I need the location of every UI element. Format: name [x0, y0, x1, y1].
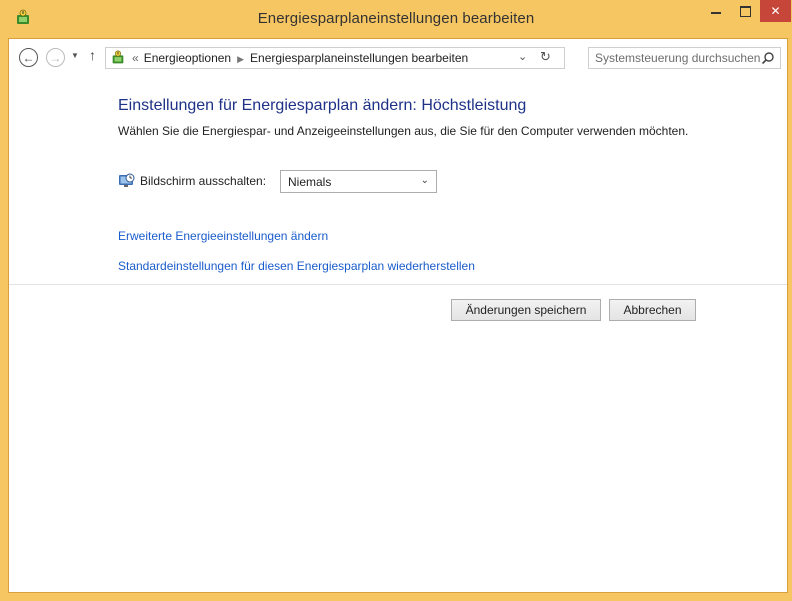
address-bar[interactable]: « Energieoptionen ▶ Energiesparplaneinstell…	[105, 47, 565, 69]
search-placeholder: Systemsteuerung durchsuchen	[595, 51, 761, 65]
breadcrumb-item-current[interactable]: Energiesparplaneinstellungen bearbeiten	[250, 51, 468, 65]
breadcrumb-overflow[interactable]: «	[132, 51, 139, 65]
restore-defaults-link[interactable]: Standardeinstellungen für diesen Energie…	[118, 259, 475, 273]
close-icon: ✕	[770, 4, 781, 18]
breadcrumb: « Energieoptionen ▶ Energiesparplaneinstell…	[132, 51, 468, 65]
chevron-down-icon: ▼	[71, 51, 79, 60]
title-bar: Energiesparplaneinstellungen bearbeiten …	[0, 0, 792, 38]
display-off-label: Bildschirm ausschalten:	[140, 174, 267, 188]
monitor-clock-icon	[119, 173, 135, 187]
search-icon[interactable]	[761, 51, 775, 65]
chevron-down-icon: ⌄	[518, 51, 528, 63]
recent-locations-dropdown[interactable]: ▼	[71, 51, 79, 60]
back-arrow-icon: ←	[22, 50, 35, 65]
search-input[interactable]: Systemsteuerung durchsuchen	[588, 47, 781, 69]
display-off-setting: Bildschirm ausschalten: Niemals ⌄	[118, 170, 448, 194]
back-button[interactable]: ←	[19, 48, 38, 67]
chevron-down-icon: ⌄	[420, 175, 429, 186]
display-off-select[interactable]: Niemals ⌄	[280, 170, 437, 193]
content-area: ← → ▼ ↑ «Energieoptionen▶Energiesparpl	[8, 38, 788, 593]
refresh-button[interactable]: ↻	[540, 49, 551, 65]
divider	[9, 284, 787, 285]
refresh-icon: ↻	[540, 49, 551, 64]
power-options-icon	[112, 50, 124, 64]
chevron-right-icon[interactable]: ▶	[237, 54, 244, 64]
page-title: Einstellungen für Energiesparplan ändern…	[118, 97, 527, 114]
window: Energiesparplaneinstellungen bearbeiten …	[0, 0, 792, 601]
maximize-icon	[739, 5, 751, 17]
window-title: Energiesparplaneinstellungen bearbeiten	[257, 10, 535, 27]
up-arrow-icon: ↑	[89, 47, 96, 63]
close-button[interactable]: ✕	[760, 0, 791, 22]
page-description: Wählen Sie die Energiespar- und Anzeigee…	[118, 124, 689, 138]
minimize-icon	[711, 12, 721, 14]
minimize-button[interactable]	[702, 0, 730, 22]
forward-arrow-icon: →	[49, 50, 62, 65]
display-off-value: Niemals	[288, 175, 332, 189]
advanced-settings-link[interactable]: Erweiterte Energieeinstellungen ändern	[118, 229, 328, 243]
forward-button[interactable]: →	[46, 48, 65, 67]
maximize-button[interactable]	[731, 0, 759, 22]
save-changes-button[interactable]: Änderungen speichern	[451, 299, 601, 321]
address-dropdown-button[interactable]: ⌄	[518, 50, 527, 63]
cancel-button[interactable]: Abbrechen	[609, 299, 696, 321]
breadcrumb-item-energieoptionen[interactable]: Energieoptionen	[144, 51, 231, 65]
up-button[interactable]: ↑	[89, 47, 96, 63]
navigation-bar: ← → ▼ ↑ «Energieoptionen▶Energiesparpl	[9, 39, 787, 77]
